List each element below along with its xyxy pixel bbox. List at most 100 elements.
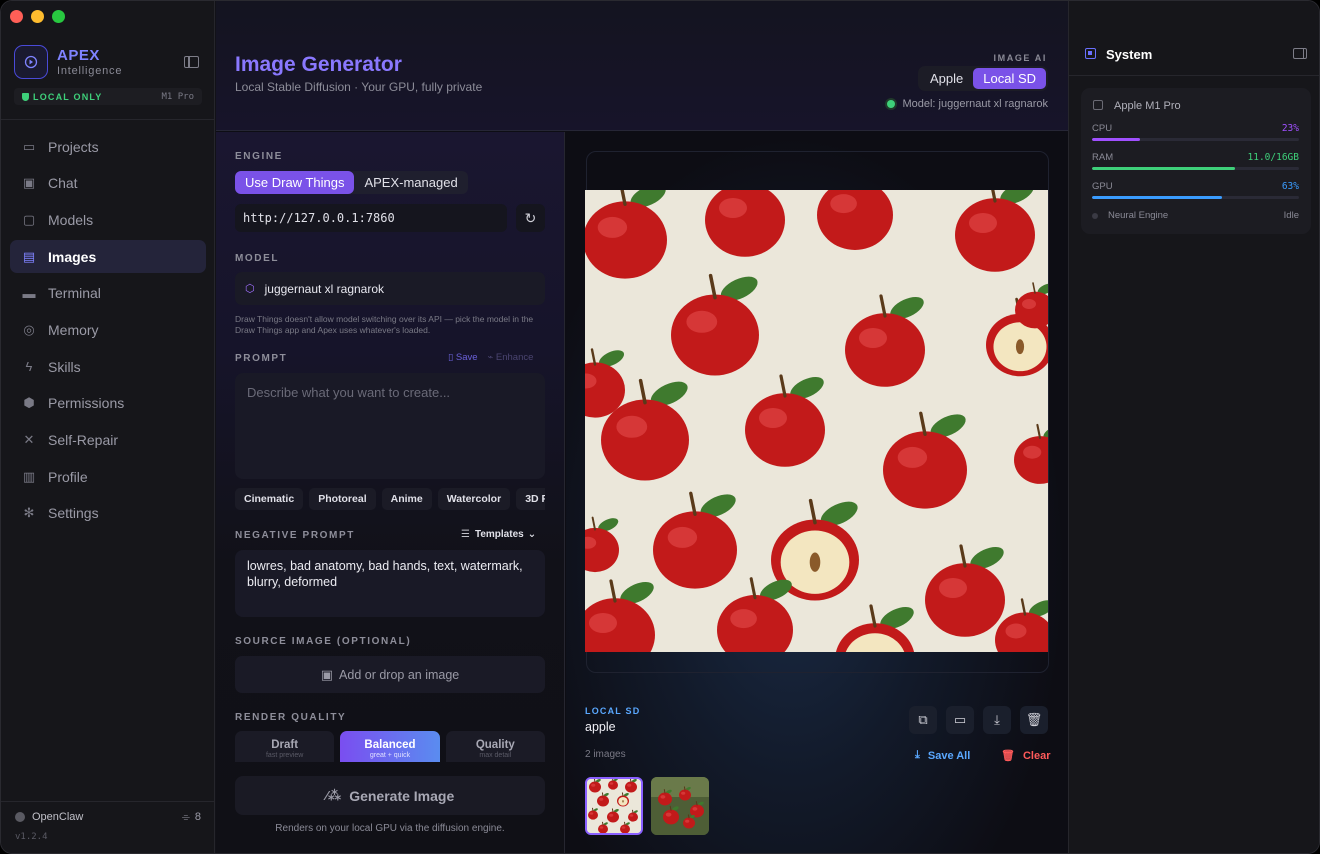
generated-image[interactable] (585, 190, 1048, 652)
sidebar-item-chat[interactable]: ▣ Chat (10, 167, 206, 200)
openclaw-count: ⌯ 8 (182, 811, 201, 823)
sidebar-item-memory[interactable]: ◎ Memory (10, 313, 206, 346)
prompt-input[interactable]: Describe what you want to create... (235, 373, 545, 479)
sidebar-item-profile[interactable]: ▥ Profile (10, 460, 206, 493)
style-chip-anime[interactable]: Anime (381, 488, 432, 510)
bolt-icon: ϟ (25, 359, 33, 375)
quality-subtitle: great + quick (369, 752, 411, 759)
thumbnail-1[interactable] (585, 777, 643, 835)
prompt-label: PROMPT (235, 353, 288, 364)
templates-dropdown[interactable]: ☰ Templates ⌄ (461, 529, 536, 540)
save-icon: ⤓ (915, 749, 920, 761)
render-quality-toggle: Draft fast preview Balanced great + quick Qu… (235, 731, 545, 762)
folder-icon: ▭ (953, 712, 967, 727)
sidebar-divider (1, 119, 215, 120)
reveal-folder-button[interactable]: ▭ (946, 706, 974, 734)
zoom-window-button[interactable] (52, 10, 65, 23)
style-chip-watercolor[interactable]: Watercolor (437, 488, 511, 510)
refresh-button[interactable]: ↻ (516, 204, 545, 232)
sidebar-item-label: Memory (48, 321, 99, 338)
delete-button[interactable]: 🗑︎ (1020, 706, 1048, 734)
chip-name: Apple M1 Pro (1114, 100, 1181, 112)
quality-quality[interactable]: Quality max detail (445, 731, 545, 762)
style-chip-cinematic[interactable]: Cinematic (235, 488, 304, 510)
sidebar-item-label: Chat (48, 175, 78, 192)
shield-icon: ⬢ (23, 395, 35, 411)
toggle-local-sd[interactable]: Local SD (973, 68, 1046, 89)
openclaw-count-value: 8 (194, 811, 201, 823)
prompt-save-button[interactable]: ▯ Save (448, 352, 478, 363)
metric-bar-fill (1092, 196, 1223, 199)
copy-button[interactable]: ⧉ (909, 706, 937, 734)
sidebar-item-label: Skills (48, 358, 81, 375)
sidebar-item-settings[interactable]: ✻ Settings (10, 497, 206, 530)
id-card-icon: ▥ (22, 468, 36, 484)
sidebar-item-permissions[interactable]: ⬢ Permissions (10, 387, 206, 420)
cube-icon: ⬡ (245, 283, 255, 295)
templates-label: Templates (474, 529, 524, 540)
sidebar-item-models[interactable]: ▢ Models (10, 203, 206, 236)
sidebar-item-terminal[interactable]: ▬ Terminal (10, 277, 206, 310)
metric-ram: RAM 11.0/16GB (1092, 152, 1299, 170)
sidebar-item-label: Terminal (48, 285, 101, 302)
image-count: 2 images (585, 749, 626, 760)
apple-pattern-image (585, 190, 1048, 652)
generate-label: Generate Image (349, 787, 455, 804)
download-icon: ⤓ (994, 712, 1000, 727)
quality-balanced[interactable]: Balanced great + quick (340, 731, 440, 762)
sidebar-item-skills[interactable]: ϟ Skills (10, 350, 206, 383)
source-drop-label: Add or drop an image (339, 667, 460, 682)
url-input[interactable]: http://127.0.0.1:7860 (235, 204, 507, 232)
sidebar-toggle-icon[interactable] (184, 56, 199, 68)
system-divider (1069, 75, 1319, 76)
model-label: MODEL (235, 253, 280, 264)
thumbnail-2[interactable] (651, 777, 709, 835)
app-window: APEX Intelligence LOCAL ONLY M1 Pro ▭ Pro… (0, 0, 1320, 854)
clear-button[interactable]: 🗑︎ Clear (1001, 749, 1051, 763)
style-chip-photoreal[interactable]: Photoreal (309, 488, 376, 510)
image-ai-toggle: Apple Local SD (918, 66, 1048, 91)
chip-label: M1 Pro (161, 91, 194, 102)
metric-value: 63% (1281, 181, 1299, 192)
engine-draw-things[interactable]: Use Draw Things (235, 171, 355, 194)
model-field[interactable]: ⬡ juggernaut xl ragnarok (235, 272, 545, 305)
metric-bar (1092, 167, 1299, 170)
engine-apex-managed[interactable]: APEX-managed (354, 171, 467, 194)
status-dot (1092, 212, 1098, 219)
version-label: v1.2.4 (15, 832, 48, 842)
folder-icon: ▭ (22, 138, 36, 154)
apex-logo-icon (14, 45, 48, 79)
source-image-dropzone[interactable]: ▣ Add or drop an image (235, 656, 545, 693)
model-status-label: Model: juggernaut xl ragnarok (902, 98, 1048, 110)
sidebar-item-label: Images (48, 248, 97, 265)
neural-engine-value: Idle (1283, 210, 1299, 221)
quality-title: Draft (271, 739, 299, 751)
generate-image-button[interactable]: ⁄⁂ Generate Image (235, 776, 545, 815)
metric-label: CPU (1092, 123, 1113, 134)
save-all-button[interactable]: ⤓ Save All (915, 749, 970, 762)
prompt-enhance-label: Enhance (495, 352, 534, 363)
refresh-icon: ↻ (524, 209, 537, 226)
openclaw-status[interactable]: OpenClaw ⌯ 8 (15, 811, 201, 823)
panel-toggle-icon[interactable] (1293, 48, 1307, 59)
toggle-apple[interactable]: Apple (920, 68, 973, 89)
metric-value: 23% (1281, 123, 1299, 134)
quality-draft[interactable]: Draft fast preview (235, 731, 335, 762)
list-icon: ☰ (461, 529, 470, 540)
close-window-button[interactable] (10, 10, 23, 23)
download-button[interactable]: ⤓ (983, 706, 1011, 734)
minimize-window-button[interactable] (31, 10, 44, 23)
style-chip-3d-r[interactable]: 3D R (516, 488, 545, 510)
main-area: Image Generator Local Stable Diffusion ·… (216, 1, 1068, 853)
sidebar-item-self-repair[interactable]: ✕ Self-Repair (10, 424, 206, 457)
prompt-enhance-button[interactable]: ⌁ Enhance (488, 352, 534, 363)
quality-subtitle: fast preview (265, 752, 304, 759)
sidebar: APEX Intelligence LOCAL ONLY M1 Pro ▭ Pro… (1, 1, 215, 853)
terminal-icon: ▬ (22, 285, 36, 301)
sidebar-nav: ▭ Projects ▣ Chat ▢ Models ▤ Images ▬ Terminal ◎ Me… (10, 130, 206, 534)
negative-prompt-input[interactable]: lowres, bad anatomy, bad hands, text, wa… (235, 550, 545, 617)
sidebar-item-images[interactable]: ▤ Images (10, 240, 206, 274)
magic-wand-icon: ⁄⁂ (325, 787, 342, 803)
thumbnail-apple-tree (651, 777, 709, 835)
sidebar-item-projects[interactable]: ▭ Projects (10, 130, 206, 163)
